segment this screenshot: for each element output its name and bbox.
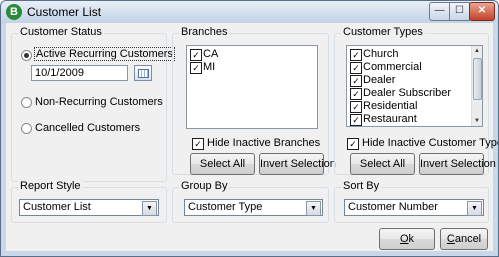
customer-type-checkbox[interactable]: ✓ xyxy=(350,114,362,126)
title-bar[interactable]: B Customer List — ☐ ✕ xyxy=(1,1,498,23)
branches-group: Branches ✓ CA ✓ MI ✓ Hide Inactive Branc… xyxy=(172,26,336,175)
active-recurring-label[interactable]: Active Recurring Customers xyxy=(34,47,175,61)
scroll-down-icon[interactable]: ▼ xyxy=(472,116,482,126)
customer-status-legend: Customer Status xyxy=(18,26,104,38)
customer-types-list[interactable]: ✓ Church ✓ Commercial ✓ Dealer ✓ Dealer … xyxy=(346,45,483,127)
chevron-down-icon[interactable]: ▼ xyxy=(467,201,482,216)
branches-invert-selection-button[interactable]: Invert Selection xyxy=(259,153,336,175)
branch-label: CA xyxy=(203,48,219,60)
minimize-button[interactable]: — xyxy=(429,2,450,21)
types-select-all-button[interactable]: Select All xyxy=(350,153,415,175)
group-by-legend: Group By xyxy=(179,180,230,192)
report-style-group: Report Style Customer List ▼ xyxy=(11,180,167,223)
report-style-select[interactable]: Customer List ▼ xyxy=(19,199,159,216)
customer-type-checkbox[interactable]: ✓ xyxy=(350,88,362,100)
sort-by-group: Sort By Customer Number ▼ xyxy=(334,180,489,223)
customer-type-label: Residential xyxy=(363,100,418,112)
cancelled-label[interactable]: Cancelled Customers xyxy=(35,122,140,134)
customer-types-group: Customer Types ✓ Church ✓ Commercial ✓ D… xyxy=(334,26,498,175)
non-recurring-label[interactable]: Non-Recurring Customers xyxy=(35,96,163,108)
ok-mnemonic: O xyxy=(399,233,409,245)
branch-checkbox[interactable]: ✓ xyxy=(190,62,202,74)
customer-type-label: Church xyxy=(363,48,399,60)
types-invert-selection-button[interactable]: Invert Selection xyxy=(419,153,496,175)
calendar-icon[interactable] xyxy=(134,65,152,81)
report-style-legend: Report Style xyxy=(18,180,83,192)
customer-types-scrollbar[interactable]: ▲ ▼ xyxy=(471,46,482,126)
group-by-group: Group By Customer Type ▼ xyxy=(172,180,329,223)
customer-type-label: Restaurant xyxy=(363,113,417,125)
branches-list[interactable]: ✓ CA ✓ MI xyxy=(186,45,318,129)
cancel-mnemonic: C xyxy=(446,233,455,245)
ok-label: k xyxy=(408,233,415,245)
customer-type-label: Dealer xyxy=(363,74,396,86)
window-title: Customer List xyxy=(27,5,102,19)
list-item[interactable]: ✓ CA xyxy=(190,48,310,61)
group-by-select[interactable]: Customer Type ▼ xyxy=(184,199,323,216)
customer-type-checkbox[interactable]: ✓ xyxy=(350,101,362,113)
branches-legend: Branches xyxy=(179,26,230,38)
customer-types-legend: Customer Types xyxy=(341,26,425,38)
hide-inactive-branches-checkbox[interactable]: ✓ xyxy=(192,138,204,150)
customer-type-checkbox[interactable]: ✓ xyxy=(350,75,362,87)
customer-type-label: Dealer Subscriber xyxy=(363,87,452,99)
sort-by-value: Customer Number xyxy=(348,201,438,213)
cancel-label: ancel xyxy=(454,233,482,245)
customer-type-label: Commercial xyxy=(363,61,422,73)
report-style-value: Customer List xyxy=(23,201,91,213)
sort-by-select[interactable]: Customer Number ▼ xyxy=(344,199,484,216)
customer-list-window: B Customer List — ☐ ✕ Customer Status Ac… xyxy=(0,0,499,257)
customer-status-group: Customer Status Active Recurring Custome… xyxy=(11,26,175,182)
hide-inactive-branches-label[interactable]: Hide Inactive Branches xyxy=(207,137,320,149)
branch-label: MI xyxy=(203,61,216,73)
chevron-down-icon[interactable]: ▼ xyxy=(142,201,157,216)
cancel-button[interactable]: Cancel xyxy=(440,228,488,250)
hide-inactive-types-checkbox[interactable]: ✓ xyxy=(347,138,359,150)
sort-by-legend: Sort By xyxy=(341,180,382,192)
close-button[interactable]: ✕ xyxy=(469,2,495,21)
scroll-thumb[interactable] xyxy=(473,58,482,100)
active-date-input[interactable]: 10/1/2009 xyxy=(31,65,128,81)
maximize-button[interactable]: ☐ xyxy=(449,2,470,21)
hide-inactive-types-label[interactable]: Hide Inactive Customer Types xyxy=(362,137,498,149)
non-recurring-radio[interactable] xyxy=(21,97,32,108)
customer-type-checkbox[interactable]: ✓ xyxy=(350,62,362,74)
dialog-body: Customer Status Active Recurring Custome… xyxy=(6,23,498,251)
list-item[interactable]: ✓ MI xyxy=(190,61,310,74)
group-by-value: Customer Type xyxy=(188,201,263,213)
chevron-down-icon[interactable]: ▼ xyxy=(306,201,321,216)
branch-checkbox[interactable]: ✓ xyxy=(190,49,202,61)
branches-select-all-button[interactable]: Select All xyxy=(190,153,255,175)
active-recurring-radio[interactable] xyxy=(21,50,32,61)
app-icon: B xyxy=(6,4,22,20)
cancelled-radio[interactable] xyxy=(21,123,32,134)
customer-type-checkbox[interactable]: ✓ xyxy=(350,49,362,61)
scroll-up-icon[interactable]: ▲ xyxy=(472,46,482,56)
ok-button[interactable]: Ok xyxy=(379,228,435,250)
